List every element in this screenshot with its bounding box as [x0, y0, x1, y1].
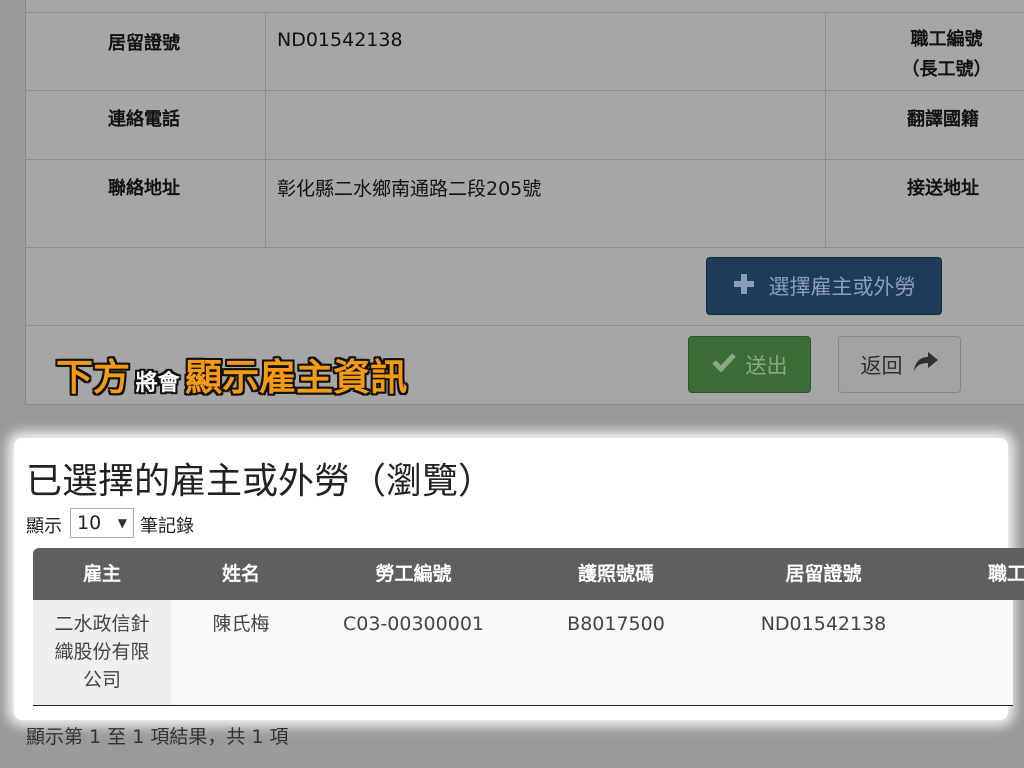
- share-arrow-icon: [913, 351, 939, 378]
- form-row-residence: 居留證號 ND01542138 職工編號 （長工號）: [26, 12, 1024, 91]
- cell-passport: B8017500: [567, 613, 665, 635]
- submit-button-label: 送出: [745, 353, 788, 378]
- plus-icon: [733, 273, 755, 300]
- length-prefix: 顯示: [26, 516, 62, 537]
- back-button-label: 返回: [860, 353, 903, 378]
- table-header: 雇主 姓名 勞工編號 護照號碼 居留證號 職工: [33, 548, 1024, 600]
- employer-line3: 公司: [82, 669, 121, 691]
- chevron-down-icon: ▼: [117, 516, 127, 530]
- caption-part2: 將會: [135, 371, 180, 396]
- label-employee-id-line1: 職工編號: [910, 29, 983, 50]
- page-length-value: 10: [77, 512, 102, 534]
- select-employer-or-worker-button[interactable]: 選擇雇主或外勞: [706, 257, 942, 315]
- check-icon: [711, 352, 736, 377]
- column-residence-id[interactable]: 居留證號: [716, 548, 931, 600]
- column-worker-id[interactable]: 勞工編號: [311, 548, 516, 600]
- employer-line2: 織股份有限: [54, 641, 150, 663]
- back-button[interactable]: 返回: [838, 336, 961, 393]
- annotation-caption: 下方 將會 顯示雇主資訊: [56, 347, 407, 401]
- label-address: 聯絡地址: [108, 178, 180, 199]
- label-employee-id: 職工編號 （長工號）: [894, 25, 999, 85]
- page-length-select[interactable]: 10 ▼: [70, 508, 134, 538]
- page-title: 已選擇的雇主或外勞（瀏覽）: [26, 461, 495, 502]
- caption-part1: 下方: [56, 356, 130, 399]
- label-residence-id: 居留證號: [108, 33, 180, 54]
- cell-worker-id: C03-00300001: [342, 613, 484, 635]
- employer-line1: 二水政信針: [54, 613, 150, 635]
- column-employer[interactable]: 雇主: [33, 548, 171, 600]
- cell-employer: 二水政信針 織股份有限 公司: [33, 600, 171, 705]
- label-employee-id-line2: （長工號）: [901, 59, 992, 80]
- cell-name: 陳氏梅: [212, 613, 270, 635]
- submit-button[interactable]: 送出: [688, 336, 811, 393]
- form-row-address: 聯絡地址 彰化縣二水鄉南通路二段205號 接送地址: [26, 159, 1024, 248]
- label-pickup-address: 接送地址: [907, 178, 979, 199]
- column-name[interactable]: 姓名: [171, 548, 311, 600]
- cell-residence-id: ND01542138: [760, 613, 887, 635]
- label-phone: 連絡電話: [108, 109, 180, 130]
- select-button-label: 選擇雇主或外勞: [768, 275, 916, 299]
- value-residence-id[interactable]: ND01542138: [277, 29, 403, 51]
- column-passport[interactable]: 護照號碼: [516, 548, 716, 600]
- value-address[interactable]: 彰化縣二水鄉南通路二段205號: [277, 174, 541, 201]
- column-employee-id[interactable]: 職工: [988, 548, 1024, 600]
- length-suffix: 筆記錄: [140, 516, 194, 537]
- table-info: 顯示第 1 至 1 項結果，共 1 項: [26, 726, 289, 748]
- label-translator-nationality: 翻譯國籍: [907, 109, 979, 130]
- table-row[interactable]: 二水政信針 織股份有限 公司 陳氏梅 C03-00300001 B8017500…: [33, 600, 1013, 706]
- form-row-phone: 連絡電話 翻譯國籍: [26, 90, 1024, 160]
- caption-part3: 顯示雇主資訊: [185, 356, 408, 399]
